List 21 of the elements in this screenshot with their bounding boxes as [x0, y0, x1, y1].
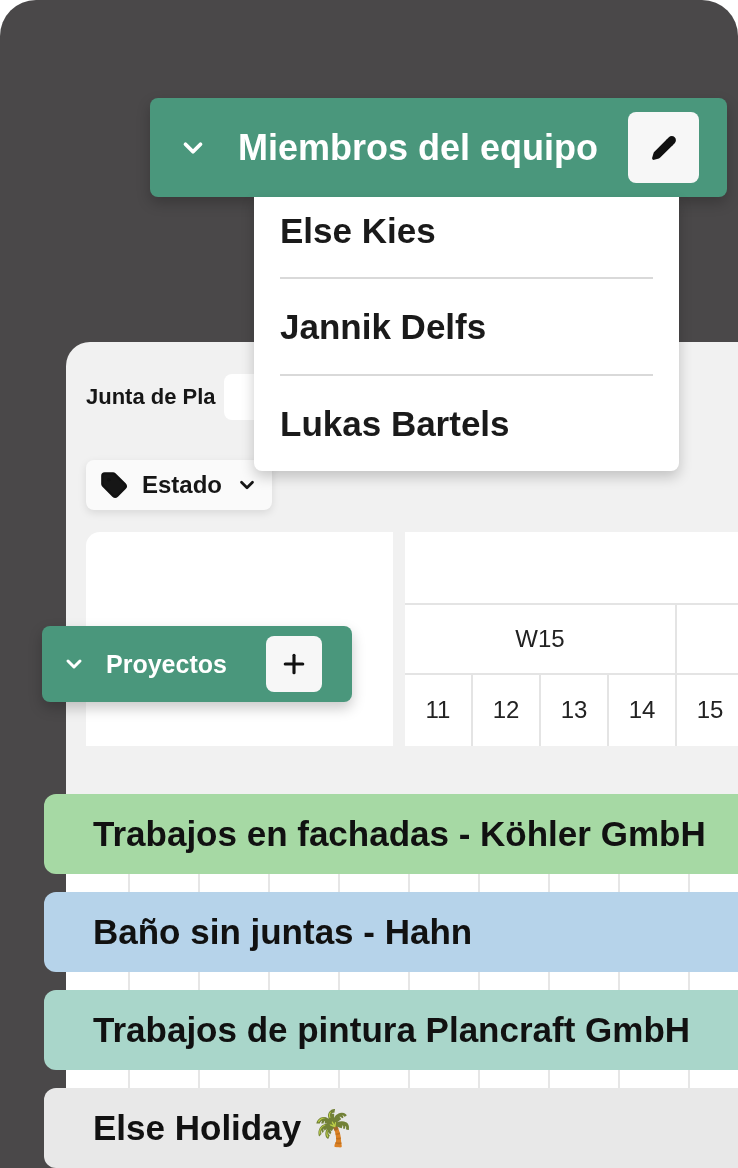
day-cell: 11 — [405, 674, 473, 746]
day-cell: 13 — [541, 674, 609, 746]
header-title: Miembros del equipo — [238, 126, 600, 169]
member-item[interactable]: Lukas Bartels — [280, 374, 653, 471]
project-bar[interactable]: Baño sin juntas - Hahn — [44, 892, 738, 972]
project-bar[interactable]: Trabajos de pintura Plancraft GmbH — [44, 990, 738, 1070]
pencil-icon — [650, 134, 677, 161]
tag-icon — [100, 470, 128, 499]
day-cell: 15 — [677, 674, 738, 746]
add-button[interactable] — [266, 636, 322, 692]
status-filter[interactable]: Estado — [86, 460, 272, 510]
project-bar[interactable]: Trabajos en fachadas - Köhler GmbH — [44, 794, 738, 874]
edit-button[interactable] — [628, 112, 699, 183]
board-title: Junta de Pla — [86, 384, 216, 410]
member-item[interactable]: Else Kies — [280, 197, 653, 277]
header-title: Proyectos — [106, 649, 228, 679]
day-cell: 12 — [473, 674, 541, 746]
week-cell: W15 — [405, 604, 677, 673]
project-bar[interactable]: Else Holiday 🌴 — [44, 1088, 738, 1168]
member-item[interactable]: Jannik Delfs — [280, 277, 653, 374]
day-cell: 14 — [609, 674, 677, 746]
